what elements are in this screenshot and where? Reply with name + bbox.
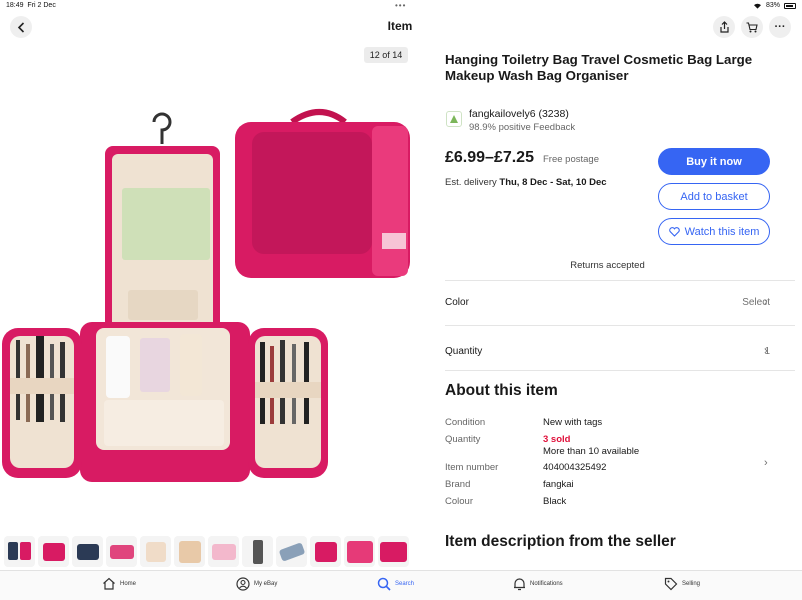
returns-policy: Returns accepted [570,260,645,271]
multitasking-grabber[interactable]: ••• [395,1,406,10]
tab-notifications[interactable]: Notifications [513,577,563,591]
spec-value: 404004325492 [543,462,607,473]
more-icon: ··· [774,21,786,33]
spec-label: Colour [445,496,473,507]
thumbnail[interactable] [106,536,137,567]
sold-count: 3 sold [543,434,571,445]
buy-it-now-button[interactable]: Buy it now [658,148,770,175]
thumbnail[interactable] [72,536,103,567]
add-to-basket-button[interactable]: Add to basket [658,183,770,210]
spec-value: fangkai [543,479,574,490]
more-options-button[interactable]: ··· [769,16,791,38]
tab-bar: Home My eBay Search Notifications Sellin… [0,570,802,600]
thumbnail[interactable] [4,536,35,567]
about-heading: About this item [445,382,558,399]
battery-percent: 83% [765,2,780,9]
seller-logo-icon [450,115,458,123]
watch-item-button[interactable]: Watch this item [658,218,770,245]
product-main-image[interactable] [0,100,430,490]
thumbnail[interactable] [208,536,239,567]
estimated-delivery: Est. delivery Thu, 8 Dec - Sat, 10 Dec [445,177,607,188]
user-icon [236,577,250,591]
color-label: Color [445,297,469,308]
seller-avatar[interactable] [446,111,462,127]
seller-name[interactable]: fangkailovely6 (3238) [469,108,569,120]
tab-label: My eBay [254,581,278,587]
chevron-right-icon: › [764,345,768,357]
home-icon [103,577,115,590]
back-button[interactable] [10,16,32,38]
item-title: Hanging Toiletry Bag Travel Cosmetic Bag… [445,52,753,83]
thumbnail[interactable] [276,536,307,567]
thumbnail[interactable] [174,536,205,567]
price: £6.99–£7.25 [445,149,534,166]
status-right: 83% [753,2,796,9]
bell-icon [514,578,525,591]
tab-home[interactable]: Home [102,577,136,590]
spec-label: Quantity [445,434,481,445]
quantity-label: Quantity [445,346,483,357]
tab-label: Notifications [530,581,563,587]
tag-icon [664,577,678,591]
share-button[interactable] [713,16,735,38]
search-icon [377,577,391,591]
cart-icon [746,21,758,32]
seller-feedback: 98.9% positive Feedback [469,122,576,133]
tab-my-ebay[interactable]: My eBay [236,577,277,591]
spec-value: Black [543,496,567,507]
spec-value: New with tags [543,417,603,428]
thumbnail-strip [4,534,411,569]
postage: Free postage [543,154,599,165]
tab-selling[interactable]: Selling [664,577,700,591]
status-bar: 18:49 Fri 2 Dec ••• 83% [0,0,802,12]
spec-label: Condition [445,417,486,428]
divider [445,280,795,281]
thumbnail[interactable] [242,536,273,567]
spec-label: Item number [445,462,499,473]
watch-label: Watch this item [684,225,760,238]
wifi-icon [753,3,761,9]
tab-label: Home [120,580,137,587]
chevron-left-icon [17,21,24,33]
nav-bar: Item ··· [0,12,802,42]
cart-button[interactable] [741,16,763,38]
thumbnail-selected[interactable] [376,534,411,569]
thumbnail[interactable] [310,536,341,567]
battery-icon [784,2,796,9]
page-title: Item [387,19,413,33]
share-icon [719,21,729,33]
divider [445,370,795,371]
thumbnail[interactable] [344,536,375,567]
chevron-right-icon: › [764,296,768,308]
description-heading: Item description from the seller [445,533,676,550]
tab-search[interactable]: Search [377,577,414,591]
heart-icon [668,226,680,237]
spec-label: Brand [445,479,471,490]
divider [445,325,795,326]
status-time: 18:49 Fri 2 Dec [6,2,56,9]
tab-label: Search [395,581,415,587]
tab-label: Selling [682,581,701,587]
chevron-right-icon[interactable]: › [764,457,768,469]
image-counter: 12 of 14 [364,47,408,63]
thumbnail[interactable] [140,536,171,567]
availability: More than 10 available [543,446,640,457]
thumbnail[interactable] [38,536,69,567]
